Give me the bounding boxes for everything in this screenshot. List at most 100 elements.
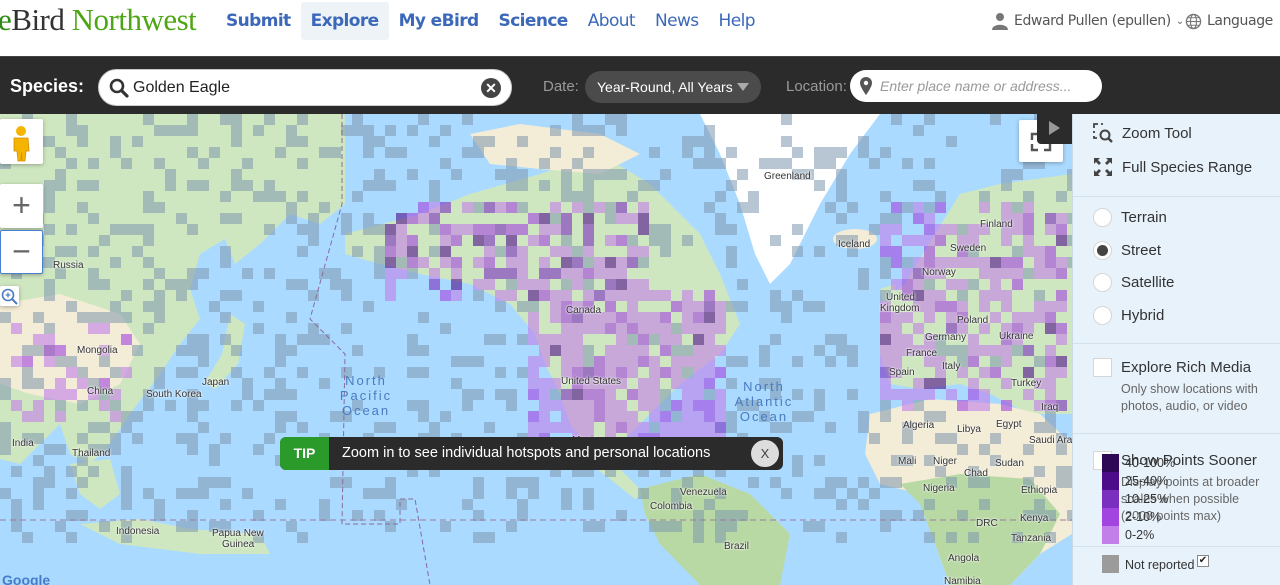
grid-cell bbox=[616, 213, 627, 224]
grid-cell bbox=[77, 180, 88, 191]
grid-cell bbox=[429, 279, 440, 290]
grid-cell bbox=[418, 213, 429, 224]
grid-cell bbox=[880, 411, 891, 422]
grid-cell bbox=[297, 367, 308, 378]
user-menu[interactable]: Edward Pullen (epullen) ⌄ bbox=[991, 10, 1184, 32]
language-menu[interactable]: Language ⌄ bbox=[1185, 10, 1280, 32]
grid-cell bbox=[484, 136, 495, 147]
species-input[interactable]: Golden Eagle ✕ bbox=[98, 69, 512, 106]
grid-cell bbox=[451, 235, 462, 246]
date-select[interactable]: Year-Round, All Years bbox=[585, 71, 761, 103]
radio-button[interactable] bbox=[1093, 240, 1112, 260]
grid-cell bbox=[682, 389, 693, 400]
range-map[interactable]: Russia Mongolia China Japan South Korea India… bbox=[0, 114, 1072, 585]
grid-cell bbox=[66, 224, 77, 235]
grid-cell bbox=[682, 422, 693, 433]
grid-cell bbox=[517, 169, 528, 180]
zoom-out-button[interactable]: − bbox=[0, 230, 43, 274]
grid-cell bbox=[55, 389, 66, 400]
map-type-terrain[interactable]: Terrain bbox=[1093, 208, 1167, 227]
grid-cell bbox=[638, 290, 649, 301]
street-view-pegman[interactable] bbox=[0, 119, 43, 164]
tip-banner: TIP Zoom in to see individual hotspots a… bbox=[280, 437, 783, 470]
clear-icon[interactable]: ✕ bbox=[481, 78, 501, 98]
radio-button[interactable] bbox=[1093, 273, 1112, 292]
map-type-satellite[interactable]: Satellite bbox=[1093, 273, 1174, 292]
nav-science[interactable]: Science bbox=[489, 2, 578, 40]
map-label-iraq: Iraq bbox=[1041, 402, 1059, 413]
grid-cell bbox=[638, 213, 649, 224]
grid-cell bbox=[924, 235, 935, 246]
grid-cell bbox=[165, 400, 176, 411]
grid-cell bbox=[649, 378, 660, 389]
ebird-logo[interactable]: eBird Northwest bbox=[0, 3, 197, 37]
grid-cell bbox=[440, 158, 451, 169]
nav-about[interactable]: About bbox=[578, 2, 645, 40]
map-type-street[interactable]: Street bbox=[1093, 240, 1161, 260]
grid-cell bbox=[726, 246, 737, 257]
map-label-angola: Angola bbox=[948, 553, 980, 564]
user-icon bbox=[992, 13, 1008, 30]
grid-cell bbox=[748, 477, 759, 488]
grid-cell bbox=[473, 290, 484, 301]
grid-cell bbox=[44, 477, 55, 488]
grid-cell bbox=[187, 180, 198, 191]
grid-cell bbox=[1012, 169, 1023, 180]
nav-help[interactable]: Help bbox=[709, 2, 765, 40]
grid-cell bbox=[572, 114, 583, 125]
grid-cell bbox=[990, 268, 1001, 279]
grid-cell bbox=[154, 290, 165, 301]
grid-cell bbox=[935, 378, 946, 389]
nav-news[interactable]: News bbox=[645, 2, 709, 40]
grid-cell bbox=[451, 169, 462, 180]
grid-cell bbox=[704, 301, 715, 312]
not-reported-checkbox[interactable]: ✔ bbox=[1197, 555, 1209, 567]
radio-button[interactable] bbox=[1093, 208, 1112, 227]
grid-cell bbox=[649, 400, 660, 411]
grid-cell bbox=[803, 521, 814, 532]
grid-cell bbox=[539, 268, 550, 279]
nav-my-ebird[interactable]: My eBird bbox=[389, 2, 489, 40]
grid-cell bbox=[66, 158, 77, 169]
grid-cell bbox=[561, 290, 572, 301]
grid-cell bbox=[44, 279, 55, 290]
grid-cell bbox=[605, 422, 616, 433]
grid-cell bbox=[594, 125, 605, 136]
nav-submit[interactable]: Submit bbox=[216, 2, 301, 40]
nav-explore[interactable]: Explore bbox=[300, 2, 389, 40]
grid-cell bbox=[968, 257, 979, 268]
grid-cell bbox=[627, 279, 638, 290]
grid-cell bbox=[528, 411, 539, 422]
grid-cell bbox=[286, 202, 297, 213]
panel-toggle-button[interactable] bbox=[1037, 114, 1072, 144]
full-species-range-button[interactable]: Full Species Range bbox=[1093, 157, 1252, 177]
grid-cell bbox=[517, 246, 528, 257]
grid-cell bbox=[616, 114, 627, 125]
grid-cell bbox=[407, 334, 418, 345]
grid-cell bbox=[506, 246, 517, 257]
grid-cell bbox=[649, 290, 660, 301]
grid-cell bbox=[132, 136, 143, 147]
radio-button[interactable] bbox=[1093, 305, 1112, 325]
tip-close-button[interactable]: X bbox=[751, 440, 779, 467]
map-type-hybrid[interactable]: Hybrid bbox=[1093, 305, 1164, 325]
rich-media-checkbox[interactable] bbox=[1093, 358, 1112, 377]
grid-cell bbox=[341, 125, 352, 136]
grid-cell bbox=[649, 356, 660, 367]
grid-cell bbox=[110, 257, 121, 268]
grid-cell bbox=[528, 312, 539, 323]
grid-cell bbox=[627, 345, 638, 356]
grid-cell bbox=[209, 477, 220, 488]
zoom-in-button[interactable]: + bbox=[0, 184, 43, 228]
grid-cell bbox=[517, 202, 528, 213]
zoom-tool-button[interactable]: Zoom Tool bbox=[1093, 123, 1192, 143]
grid-cell bbox=[605, 312, 616, 323]
legend-swatch bbox=[1102, 490, 1119, 508]
grid-cell bbox=[506, 521, 517, 532]
grid-cell bbox=[737, 279, 748, 290]
location-input[interactable]: Enter place name or address... bbox=[850, 70, 1102, 102]
grid-cell bbox=[451, 290, 462, 301]
grid-cell bbox=[220, 191, 231, 202]
grid-cell bbox=[1045, 246, 1056, 257]
map-zoom-tool-button[interactable] bbox=[0, 286, 19, 306]
